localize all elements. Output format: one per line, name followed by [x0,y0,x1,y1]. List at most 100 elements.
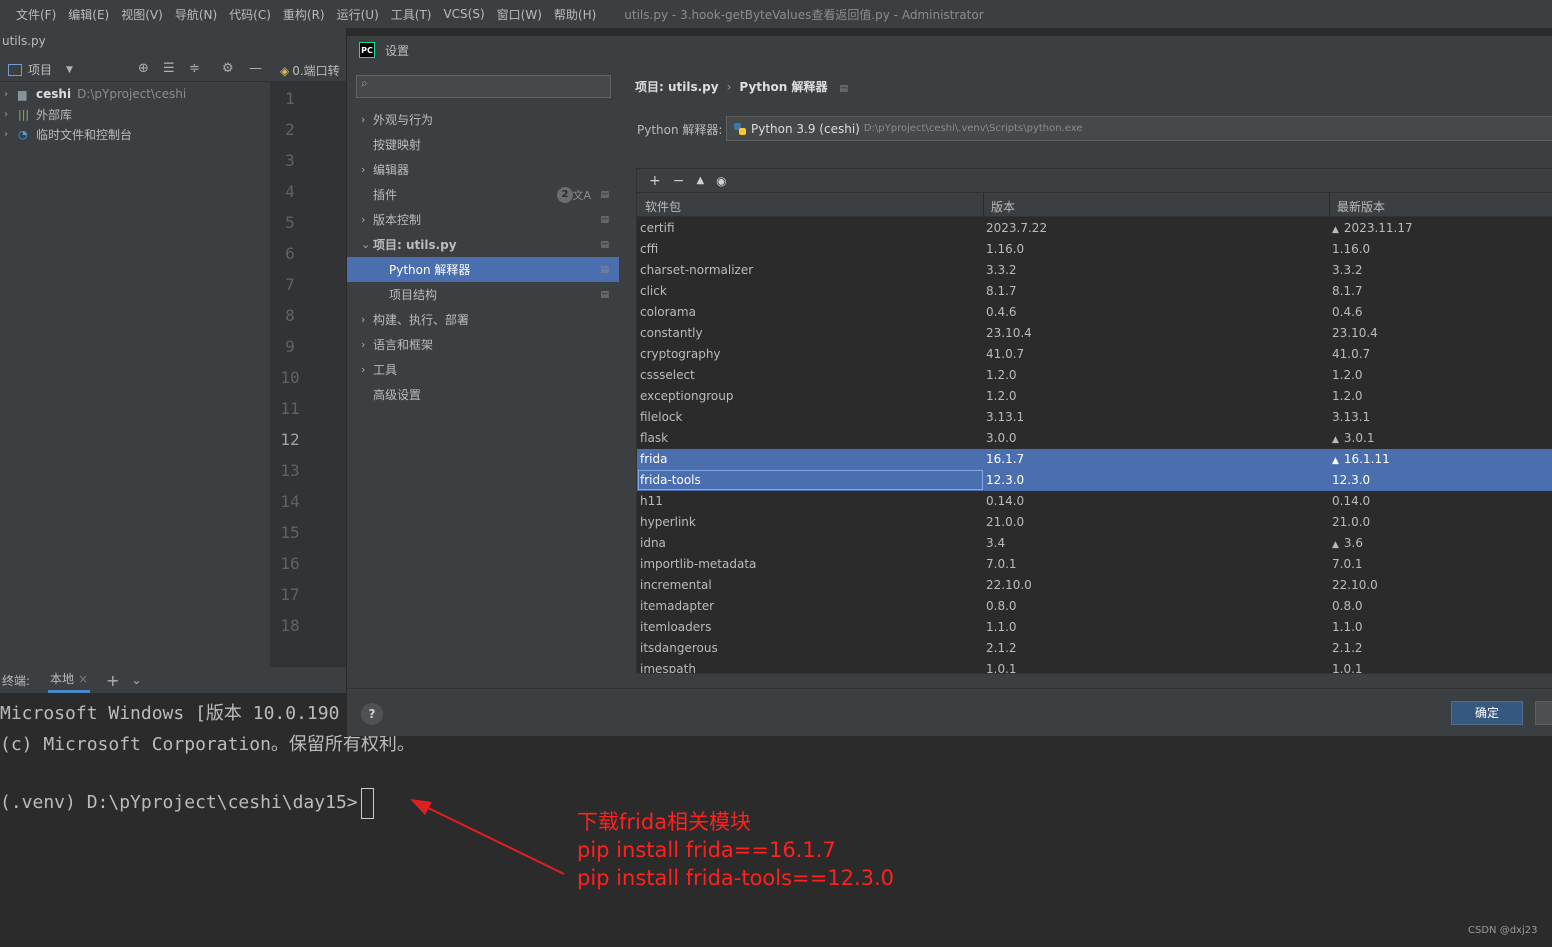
table-row[interactable]: itemloaders 1.1.0 1.1.0 [637,617,1552,638]
package-latest-value: 41.0.7 [1332,347,1371,361]
package-latest: 0.8.0 [1332,599,1363,613]
menu-item[interactable]: 窗口(W) [497,6,542,23]
settings-nav-item[interactable]: › 版本控制 ▤ [347,207,619,232]
menu-item[interactable]: VCS(S) [443,7,484,21]
table-row[interactable]: constantly 23.10.4 23.10.4 [637,323,1552,344]
remove-package-icon[interactable]: − [673,173,685,189]
table-row[interactable]: frida-tools 12.3.0 12.3.0 [637,470,1552,491]
show-early-releases-icon[interactable]: ◉ [716,174,726,188]
close-icon[interactable]: × [78,672,88,686]
package-name: exceptiongroup [640,389,734,403]
table-row[interactable]: click 8.1.7 8.1.7 [637,281,1552,302]
table-row[interactable]: incremental 22.10.0 22.10.0 [637,575,1552,596]
settings-nav-item[interactable]: › 编辑器 [347,157,619,182]
table-row[interactable]: certifi 2023.7.22 ▲ 2023.11.17 [637,218,1552,239]
minimize-icon[interactable]: — [249,61,262,76]
settings-search-input[interactable]: ⌕ [356,75,611,98]
locate-icon[interactable]: ⊕ [138,61,149,76]
dropdown-icon[interactable]: ▼ [66,65,73,75]
dialog-footer: ? 确定 [347,688,1552,736]
chevron-right-icon[interactable]: › [361,313,373,326]
menu-item[interactable]: 导航(N) [175,6,217,23]
table-row[interactable]: hyperlink 21.0.0 21.0.0 [637,512,1552,533]
chevron-right-icon[interactable]: › [4,89,18,100]
chevron-right-icon[interactable]: › [4,129,18,140]
ok-button[interactable]: 确定 [1451,701,1523,725]
collapse-all-icon[interactable]: ≑ [189,61,200,76]
search-icon: ⌕ [361,76,368,90]
table-row[interactable]: flask 3.0.0 ▲ 3.0.1 [637,428,1552,449]
table-row[interactable]: idna 3.4 ▲ 3.6 [637,533,1552,554]
settings-nav-item[interactable]: › 构建、执行、部署 [347,307,619,332]
settings-nav-item[interactable]: › 语言和框架 [347,332,619,357]
terminal-cursor [361,788,374,819]
settings-nav-item[interactable]: 高级设置 [347,382,619,407]
settings-nav-item[interactable]: 插件 2 文A ▤ [347,182,619,207]
tree-item-ceshi[interactable]: › ▆ ceshi D:\pYproject\ceshi [4,84,186,104]
project-icon [8,63,22,76]
table-row[interactable]: charset-normalizer 3.3.2 3.3.2 [637,260,1552,281]
menu-item[interactable]: 运行(U) [337,6,379,23]
column-header-latest[interactable]: 最新版本 [1337,198,1385,215]
updates-badge: 2 [557,186,573,203]
line-number: 1 [285,89,295,108]
file-name[interactable]: utils.py [2,34,46,48]
chevron-right-icon[interactable]: › [361,163,373,176]
settings-nav-item[interactable]: 项目结构 ▤ [347,282,619,307]
column-header-package[interactable]: 软件包 [645,198,681,215]
chevron-right-icon[interactable]: › [361,338,373,351]
settings-nav-item[interactable]: › 工具 [347,357,619,382]
terminal-tab-local[interactable]: 本地 × [48,667,91,693]
add-package-icon[interactable]: + [649,173,661,189]
project-label[interactable]: 项目 [28,61,52,78]
table-row[interactable]: h11 0.14.0 0.14.0 [637,491,1552,512]
menu-item[interactable]: 视图(V) [121,6,163,23]
menu-item[interactable]: 帮助(H) [554,6,596,23]
settings-nav-item[interactable]: 按键映射 [347,132,619,157]
menu-item[interactable]: 编辑(E) [68,6,109,23]
package-latest: 2.1.2 [1332,641,1363,655]
table-row[interactable]: cssselect 1.2.0 1.2.0 [637,365,1552,386]
table-row[interactable]: cffi 1.16.0 1.16.0 [637,239,1552,260]
table-row[interactable]: importlib-metadata 7.0.1 7.0.1 [637,554,1552,575]
editor-gutter: 1 2 3 4 5 6 7 8 9 10 11 12 13 14 15 16 17 18 [270,82,346,667]
gear-icon[interactable]: ⚙ [222,61,234,76]
column-header-version[interactable]: 版本 [991,198,1015,215]
cancel-button[interactable] [1535,701,1552,725]
help-button[interactable]: ? [361,703,383,725]
table-row[interactable]: exceptiongroup 1.2.0 1.2.0 [637,386,1552,407]
menu-item[interactable]: 工具(T) [391,6,432,23]
upgrade-package-icon[interactable]: ▲ [696,175,704,186]
breadcrumb-project: 项目: utils.py [635,80,719,94]
table-row[interactable]: colorama 0.4.6 0.4.6 [637,302,1552,323]
table-row[interactable]: itemadapter 0.8.0 0.8.0 [637,596,1552,617]
menu-item[interactable]: 文件(F) [16,6,56,23]
add-terminal-icon[interactable]: + [106,671,119,690]
menu-item[interactable]: 重构(R) [283,6,325,23]
chevron-down-icon[interactable]: ⌄ [132,673,142,687]
editor-tab[interactable]: ◈ 0.端口转 [270,58,346,82]
table-row[interactable]: cryptography 41.0.7 41.0.7 [637,344,1552,365]
chevron-right-icon[interactable]: › [361,113,373,126]
interpreter-select[interactable]: Python 3.9 (ceshi) D:\pYproject\ceshi\.v… [726,116,1552,141]
table-row[interactable]: frida 16.1.7 ▲ 16.1.11 [637,449,1552,470]
package-name: flask [640,431,669,445]
line-number: 5 [285,213,295,232]
menu-item[interactable]: 代码(C) [229,6,271,23]
table-row[interactable]: filelock 3.13.1 3.13.1 [637,407,1552,428]
chevron-down-icon[interactable]: ⌄ [361,238,373,251]
package-version: 0.8.0 [986,599,1017,613]
settings-nav-item[interactable]: › 外观与行为 [347,107,619,132]
settings-nav-item[interactable]: ⌄ 项目: utils.py ▤ [347,232,619,257]
chevron-right-icon[interactable]: › [361,363,373,376]
expand-all-icon[interactable]: ☰ [163,61,175,76]
tree-item-scratches[interactable]: › ◔ 临时文件和控制台 [4,124,132,144]
chevron-right-icon[interactable]: › [4,109,18,120]
table-row[interactable]: jmespath 1.0.1 1.0.1 [637,659,1552,673]
chevron-right-icon[interactable]: › [361,213,373,226]
settings-nav-item[interactable]: Python 解释器 ▤ [347,257,619,282]
package-latest-value: 2.1.2 [1332,641,1363,655]
table-row[interactable]: itsdangerous 2.1.2 2.1.2 [637,638,1552,659]
package-name: idna [640,536,666,550]
tree-item-external-libs[interactable]: › ||| 外部库 [4,104,72,124]
